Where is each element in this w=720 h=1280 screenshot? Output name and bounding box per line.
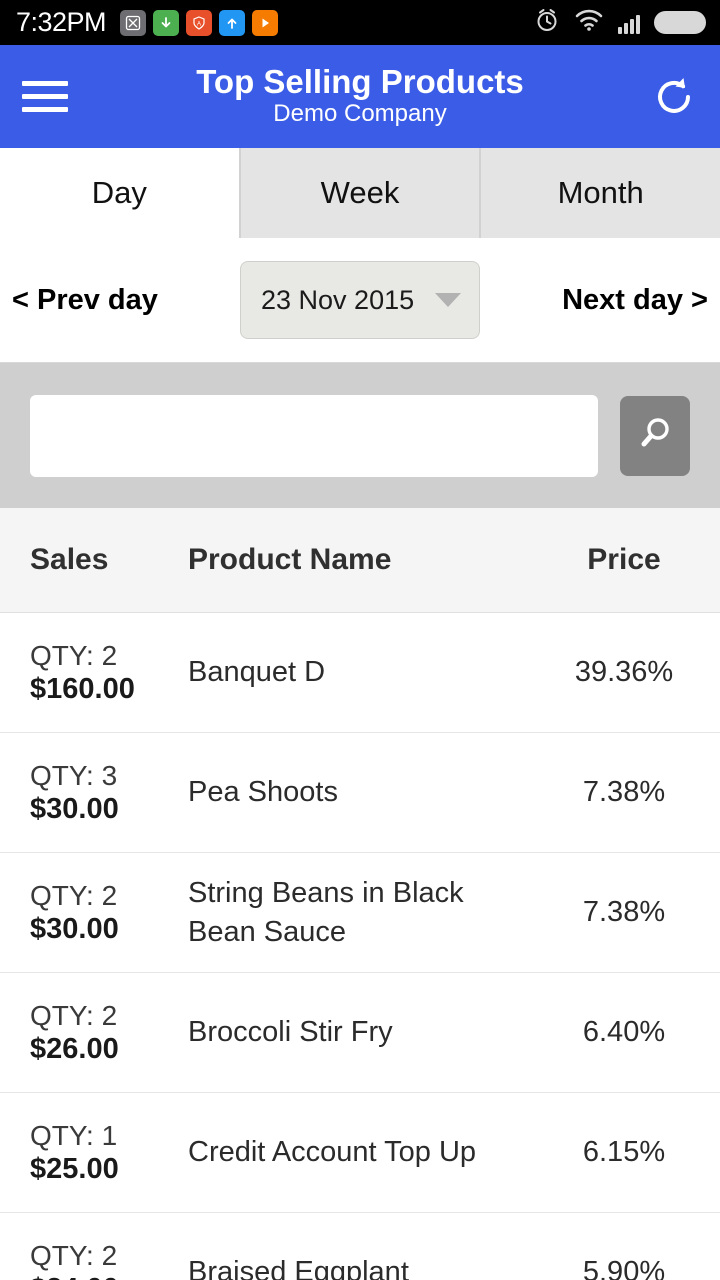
status-bar: 7:32PM A xyxy=(0,0,720,45)
row-amount: $24.00 xyxy=(30,1272,158,1280)
row-qty: QTY: 1 xyxy=(30,1119,118,1151)
page-title: Top Selling Products xyxy=(196,62,524,100)
status-system-icons xyxy=(534,7,706,38)
upload-icon xyxy=(219,9,246,36)
alarm-icon xyxy=(534,7,560,38)
column-header-price: Price xyxy=(587,543,661,576)
app-header: Top Selling Products Demo Company xyxy=(0,45,720,148)
screenshot-icon xyxy=(120,9,147,36)
table-row[interactable]: QTY: 2 $26.00 Broccoli Stir Fry 6.40% xyxy=(0,973,720,1093)
row-amount: $30.00 xyxy=(30,912,119,945)
row-price: 39.36% xyxy=(574,656,674,688)
battery-icon xyxy=(654,11,706,34)
row-qty: QTY: 3 xyxy=(30,759,118,791)
row-price: 7.38% xyxy=(582,776,666,808)
svg-text:A: A xyxy=(197,21,201,27)
row-amount: $26.00 xyxy=(30,1032,119,1065)
product-list: QTY: 2 $160.00 Banquet D 39.36% QTY: 3 $… xyxy=(0,613,720,1280)
cell-sales: QTY: 2 $24.00 xyxy=(0,1239,158,1280)
table-row[interactable]: QTY: 1 $25.00 Credit Account Top Up 6.15… xyxy=(0,1093,720,1213)
column-header-product-name: Product Name xyxy=(188,543,392,576)
row-product-name: String Beans in Black Bean Sauce xyxy=(188,877,464,948)
table-row[interactable]: QTY: 3 $30.00 Pea Shoots 7.38% xyxy=(0,733,720,853)
table-row[interactable]: QTY: 2 $24.00 Braised Eggplant 5.90% xyxy=(0,1213,720,1280)
table-row[interactable]: QTY: 2 $160.00 Banquet D 39.36% xyxy=(0,613,720,733)
search-bar xyxy=(0,363,720,508)
row-product-name: Broccoli Stir Fry xyxy=(188,1016,393,1049)
cell-sales: QTY: 3 $30.00 xyxy=(0,759,158,826)
row-amount: $160.00 xyxy=(30,672,135,705)
header-titles: Top Selling Products Demo Company xyxy=(0,45,720,148)
tab-week[interactable]: Week xyxy=(240,148,482,238)
period-tabs: Day Week Month xyxy=(0,148,720,238)
date-navigation: < Prev day 23 Nov 2015 Next day > xyxy=(0,238,720,363)
row-product-name: Braised Eggplant xyxy=(188,1256,409,1280)
cell-sales: QTY: 2 $26.00 xyxy=(0,999,158,1066)
antivirus-shield-icon: A xyxy=(186,9,213,36)
table-row[interactable]: QTY: 2 $30.00 String Beans in Black Bean… xyxy=(0,853,720,973)
prev-day-button[interactable]: < Prev day xyxy=(12,284,158,317)
hamburger-icon[interactable] xyxy=(22,81,68,112)
next-day-button[interactable]: Next day > xyxy=(562,284,708,317)
row-price: 6.40% xyxy=(582,1016,666,1048)
cell-sales: QTY: 2 $30.00 xyxy=(0,879,158,946)
media-play-icon xyxy=(252,9,279,36)
tab-day[interactable]: Day xyxy=(0,148,241,238)
cell-sales: QTY: 1 $25.00 xyxy=(0,1119,158,1186)
row-price: 6.15% xyxy=(582,1136,666,1168)
search-button[interactable] xyxy=(620,395,690,476)
table-header: Sales Product Name Price xyxy=(0,508,720,613)
row-qty: QTY: 2 xyxy=(30,999,118,1031)
tab-month[interactable]: Month xyxy=(481,148,720,238)
row-product-name: Banquet D xyxy=(188,656,326,689)
row-amount: $30.00 xyxy=(30,792,119,825)
row-price: 5.90% xyxy=(582,1256,666,1280)
date-picker-dropdown[interactable]: 23 Nov 2015 xyxy=(240,261,480,339)
row-qty: QTY: 2 xyxy=(30,879,118,911)
search-input[interactable] xyxy=(30,394,598,477)
status-notification-icons: A xyxy=(120,9,279,36)
status-time: 7:32PM xyxy=(16,7,107,37)
download-icon xyxy=(153,9,180,36)
refresh-icon[interactable] xyxy=(650,73,698,121)
chevron-down-icon xyxy=(435,293,461,307)
company-subtitle: Demo Company xyxy=(273,100,447,128)
app-screen: 7:32PM A Top Selling Products Demo Compa… xyxy=(0,0,720,1280)
row-product-name: Credit Account Top Up xyxy=(188,1136,477,1169)
row-amount: $25.00 xyxy=(30,1152,119,1185)
row-product-name: Pea Shoots xyxy=(188,776,338,809)
date-picker-value: 23 Nov 2015 xyxy=(261,284,415,315)
wifi-icon xyxy=(574,8,604,37)
search-icon xyxy=(634,412,676,459)
cell-sales: QTY: 2 $160.00 xyxy=(0,639,158,706)
signal-icon xyxy=(618,12,640,34)
column-header-sales: Sales xyxy=(30,543,109,576)
row-qty: QTY: 2 xyxy=(30,1239,118,1271)
row-qty: QTY: 2 xyxy=(30,639,118,671)
row-price: 7.38% xyxy=(582,896,666,928)
